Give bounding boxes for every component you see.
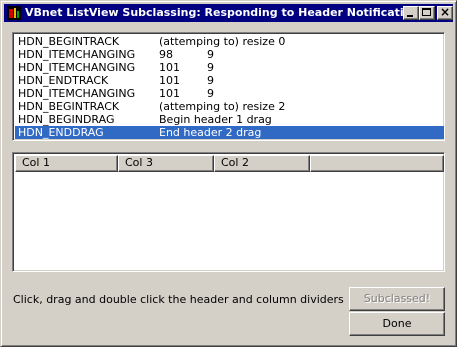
log-message: HDN_ITEMCHANGING <box>18 48 136 61</box>
log-row[interactable]: HDN_BEGINTRACK (attemping to) resize 0 <box>15 35 444 48</box>
log-message: HDN_BEGINTRACK <box>18 35 120 48</box>
log-message: HDN_ENDTRACK <box>18 74 109 87</box>
notification-log-listbox[interactable]: HDN_BEGINTRACK (attemping to) resize 0 H… <box>12 32 445 141</box>
column-header-col1[interactable]: Col 1 <box>15 155 118 172</box>
log-row-selected[interactable]: HDN_ENDDRAG End header 2 drag <box>15 126 444 139</box>
log-row[interactable]: HDN_ITEMCHANGING 101 9 <box>15 61 444 74</box>
column-header-col3[interactable]: Col 3 <box>118 155 214 172</box>
log-value-a: End header 2 drag <box>159 126 262 139</box>
report-listview[interactable]: Col 1 Col 3 Col 2 <box>12 152 445 272</box>
column-header-filler[interactable] <box>310 155 444 172</box>
log-value-b: 9 <box>207 74 214 87</box>
window-title: VBnet ListView Subclassing: Responding t… <box>25 6 426 19</box>
minimize-button[interactable] <box>403 6 419 20</box>
log-row[interactable]: HDN_ITEMCHANGING 98 9 <box>15 48 444 61</box>
log-value-a: (attemping to) resize 2 <box>159 100 286 113</box>
log-value-a: Begin header 1 drag <box>159 113 272 126</box>
log-value-b: 9 <box>207 87 214 100</box>
subclassed-button[interactable]: Subclassed! <box>349 287 445 311</box>
log-message: HDN_ENDDRAG <box>18 126 104 139</box>
log-message: HDN_ITEMCHANGING <box>18 87 136 100</box>
log-value-a: (attemping to) resize 0 <box>159 35 286 48</box>
log-row[interactable]: HDN_BEGINTRACK (attemping to) resize 2 <box>15 100 444 113</box>
title-bar[interactable]: VBnet ListView Subclassing: Responding t… <box>4 4 453 22</box>
log-value-a: 101 <box>159 61 180 74</box>
instructions-label: Click, drag and double click the header … <box>13 293 344 306</box>
vb-app-icon[interactable] <box>7 6 21 20</box>
column-header-col2[interactable]: Col 2 <box>214 155 310 172</box>
maximize-icon <box>422 8 431 16</box>
log-value-a: 101 <box>159 87 180 100</box>
log-message: HDN_BEGINTRACK <box>18 100 120 113</box>
maximize-button[interactable] <box>419 6 435 20</box>
log-row[interactable]: HDN_BEGINDRAG Begin header 1 drag <box>15 113 444 126</box>
listview-header[interactable]: Col 1 Col 3 Col 2 <box>15 155 444 172</box>
done-button[interactable]: Done <box>349 312 445 336</box>
log-value-b: 9 <box>207 48 214 61</box>
log-message: HDN_ITEMCHANGING <box>18 61 136 74</box>
log-message: HDN_BEGINDRAG <box>18 113 115 126</box>
main-window: VBnet ListView Subclassing: Responding t… <box>0 0 457 347</box>
log-value-b: 9 <box>207 61 214 74</box>
log-value-a: 101 <box>159 74 180 87</box>
close-button[interactable]: × <box>437 5 453 20</box>
log-row[interactable]: HDN_ENDTRACK 101 9 <box>15 74 444 87</box>
log-row[interactable]: HDN_ITEMCHANGING 101 9 <box>15 87 444 100</box>
close-icon: × <box>439 5 451 19</box>
log-value-a: 98 <box>159 48 173 61</box>
minimize-icon <box>407 15 413 17</box>
